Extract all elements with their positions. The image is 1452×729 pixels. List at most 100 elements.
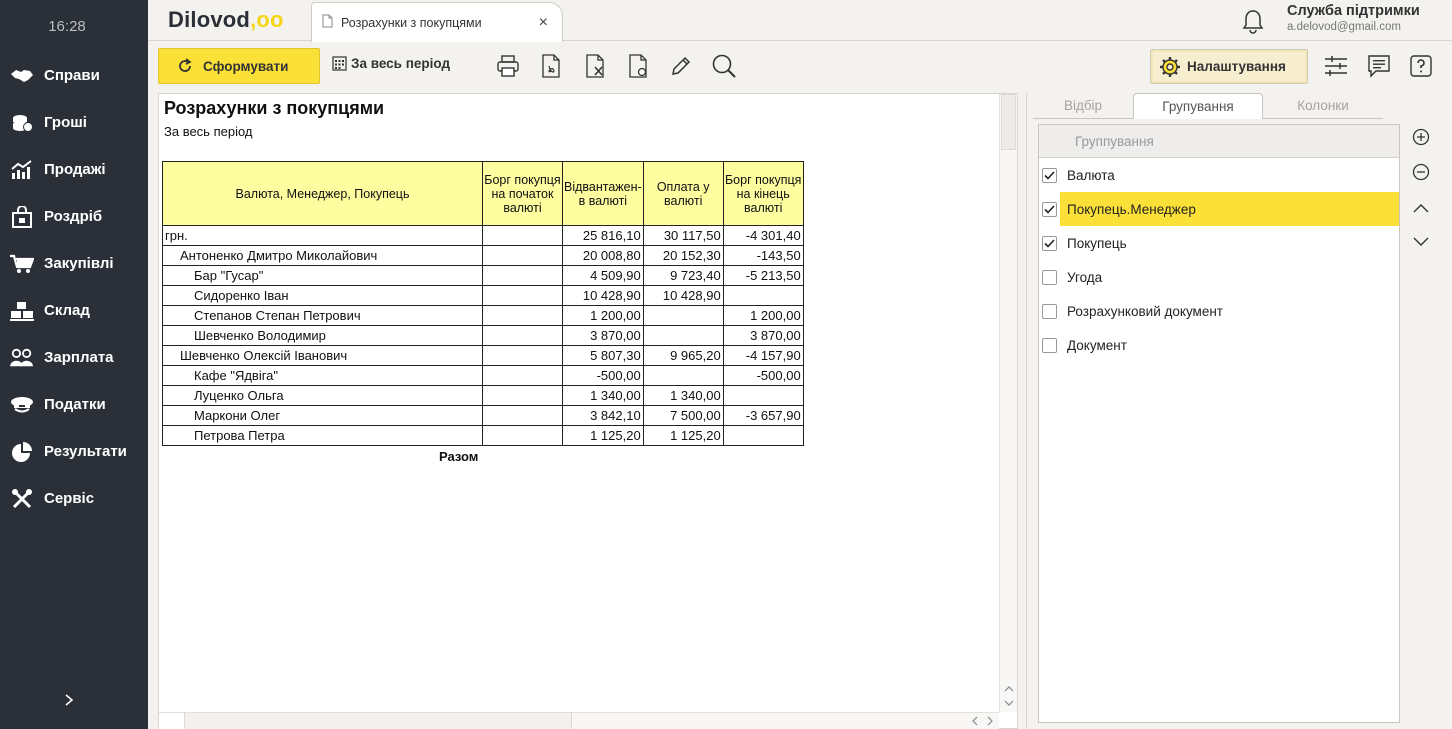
cell-shipped: 1 125,20 xyxy=(562,425,644,446)
pie-chart-icon xyxy=(10,440,34,464)
export-excel-icon[interactable] xyxy=(583,53,609,79)
sidebar-item-spravy[interactable]: Справи xyxy=(0,52,148,99)
sidebar-item-zarplata[interactable]: Зарплата xyxy=(0,334,148,381)
scroll-thumb[interactable] xyxy=(1001,94,1016,150)
print-icon[interactable] xyxy=(495,53,521,79)
sidebar-item-podatky[interactable]: Податки xyxy=(0,381,148,428)
cell-shipped: 3 842,10 xyxy=(562,405,644,426)
chart-growth-icon xyxy=(10,158,34,182)
sidebar-item-label: Зарплата xyxy=(44,349,114,366)
sidebar-item-label: Роздріб xyxy=(44,208,103,225)
sidebar-item-sklad[interactable]: Склад xyxy=(0,287,148,334)
cell-debt-start xyxy=(482,245,563,266)
cell-paid: 1 125,20 xyxy=(642,425,724,446)
scroll-thumb[interactable] xyxy=(185,713,572,729)
cell-shipped: 25 816,10 xyxy=(562,225,644,246)
chevron-down-icon[interactable] xyxy=(1411,232,1431,252)
tab-filter[interactable]: Відбір xyxy=(1033,93,1133,119)
report-table: Валюта, Менеджер, Покупець Борг покупця … xyxy=(162,161,804,446)
column-header[interactable]: Борг покупця на початок валюті xyxy=(482,161,563,226)
column-header[interactable]: Відвантажен- в валюті xyxy=(562,161,644,226)
tab-grouping[interactable]: Групування xyxy=(1133,93,1263,119)
chevron-right-icon[interactable] xyxy=(62,693,76,707)
tab-columns[interactable]: Колонки xyxy=(1263,93,1383,119)
cell-debt-start xyxy=(482,265,563,286)
search-icon[interactable] xyxy=(711,53,737,79)
export-settings-icon[interactable] xyxy=(626,53,652,79)
table-row[interactable]: Маркони Олег 3 842,10 7 500,00 -3 657,90 xyxy=(162,405,804,426)
column-header[interactable]: Валюта, Менеджер, Покупець xyxy=(162,161,483,226)
sidebar-item-label: Склад xyxy=(44,302,90,319)
checkbox[interactable] xyxy=(1042,269,1057,285)
cell-debt-start xyxy=(482,225,563,246)
sidebar-item-servis[interactable]: Сервіс xyxy=(0,475,148,522)
table-row[interactable]: Петрова Петра 1 125,20 1 125,20 xyxy=(162,425,804,446)
calendar-icon xyxy=(332,56,347,71)
sidebar-item-label: Продажі xyxy=(44,161,106,178)
cell-debt-end: -4 301,40 xyxy=(722,225,804,246)
table-row[interactable]: Луценко Ольга 1 340,00 1 340,00 xyxy=(162,385,804,406)
add-circle-icon[interactable] xyxy=(1411,127,1431,147)
sidebar-item-groshi[interactable]: Гроші xyxy=(0,99,148,146)
remove-circle-icon[interactable] xyxy=(1411,162,1431,182)
sidebar-item-rozdrib[interactable]: Роздріб xyxy=(0,193,148,240)
support-block[interactable]: Служба підтримки a.delovod@gmail.com xyxy=(1287,3,1420,33)
settings-button[interactable]: Налаштування xyxy=(1150,49,1308,84)
chevron-right-icon[interactable] xyxy=(983,714,997,728)
close-icon[interactable]: × xyxy=(539,14,548,32)
checkbox[interactable] xyxy=(1042,201,1057,217)
support-email: a.delovod@gmail.com xyxy=(1287,21,1401,33)
table-row[interactable]: Бар "Гусар" 4 509,90 9 723,40 -5 213,50 xyxy=(162,265,804,286)
edit-pencil-icon[interactable] xyxy=(668,53,694,79)
table-row[interactable]: Антоненко Дмитро Миколайович 20 008,80 20 … xyxy=(162,245,804,266)
chevron-up-icon[interactable] xyxy=(1411,198,1431,218)
help-icon[interactable] xyxy=(1408,53,1434,79)
sidebar-item-rezultaty[interactable]: Результати xyxy=(0,428,148,475)
sidebar-item-zakupivli[interactable]: Закупівлі xyxy=(0,240,148,287)
top-bar: Dilovod,oo Розрахунки з покупцями × Служ… xyxy=(148,0,1452,42)
export-pdf-icon[interactable] xyxy=(539,53,565,79)
settings-label: Налаштування xyxy=(1187,59,1286,74)
cell-name: Сидоренко Іван xyxy=(162,285,483,306)
horizontal-scrollbar[interactable] xyxy=(159,712,999,729)
generate-button[interactable]: Сформувати xyxy=(158,48,320,84)
table-row[interactable]: Кафе "Ядвіга" -500,00 -500,00 xyxy=(162,365,804,386)
tab-report[interactable]: Розрахунки з покупцями × xyxy=(311,2,563,42)
sidebar-item-prodazhi[interactable]: Продажі xyxy=(0,146,148,193)
report-area: Розрахунки з покупцями За весь період Ва… xyxy=(158,93,1018,729)
table-row[interactable]: Шевченко Олексій Іванович 5 807,30 9 965,2… xyxy=(162,345,804,366)
column-header[interactable]: Оплата у валюті xyxy=(642,161,724,226)
grouping-item[interactable]: Валюта xyxy=(1039,158,1399,192)
cell-debt-start xyxy=(482,305,563,326)
filters-sliders-icon[interactable] xyxy=(1323,53,1349,79)
vertical-scrollbar[interactable] xyxy=(999,94,1017,712)
table-row[interactable]: Степанов Степан Петрович 1 200,00 1 200,00 xyxy=(162,305,804,326)
grouping-item[interactable]: Розрахунковий документ xyxy=(1039,294,1399,328)
bell-icon[interactable] xyxy=(1241,8,1265,37)
table-row[interactable]: Шевченко Володимир 3 870,00 3 870,00 xyxy=(162,325,804,346)
table-row[interactable]: грн. 25 816,10 30 117,50 -4 301,40 xyxy=(162,225,804,246)
cell-shipped: 5 807,30 xyxy=(562,345,644,366)
cell-debt-end: 1 200,00 xyxy=(722,305,804,326)
table-row[interactable]: Сидоренко Іван 10 428,90 10 428,90 xyxy=(162,285,804,306)
checkbox[interactable] xyxy=(1042,167,1057,183)
logo[interactable]: Dilovod,oo xyxy=(168,7,284,33)
cell-paid: 9 965,20 xyxy=(642,345,724,366)
grouping-item[interactable]: Угода xyxy=(1039,260,1399,294)
grouping-header: Группування xyxy=(1039,125,1399,158)
checkbox[interactable] xyxy=(1042,235,1057,251)
grouping-item[interactable]: Документ xyxy=(1039,328,1399,362)
tab-label: Розрахунки з покупцями xyxy=(341,15,482,30)
chevron-left-icon[interactable] xyxy=(967,714,981,728)
checkbox[interactable] xyxy=(1042,303,1057,319)
checkbox[interactable] xyxy=(1042,337,1057,353)
period-button[interactable]: За весь період xyxy=(332,56,450,71)
chevron-down-icon[interactable] xyxy=(1002,696,1016,710)
grouping-item[interactable]: Покупець xyxy=(1039,226,1399,260)
cell-debt-start xyxy=(482,345,563,366)
column-header[interactable]: Борг покупця на кінець валюті xyxy=(722,161,804,226)
chat-icon[interactable] xyxy=(1366,53,1392,79)
cell-paid: 20 152,30 xyxy=(642,245,724,266)
grouping-item[interactable]: Покупець.Менеджер xyxy=(1039,192,1399,226)
chevron-up-icon[interactable] xyxy=(1002,681,1016,695)
